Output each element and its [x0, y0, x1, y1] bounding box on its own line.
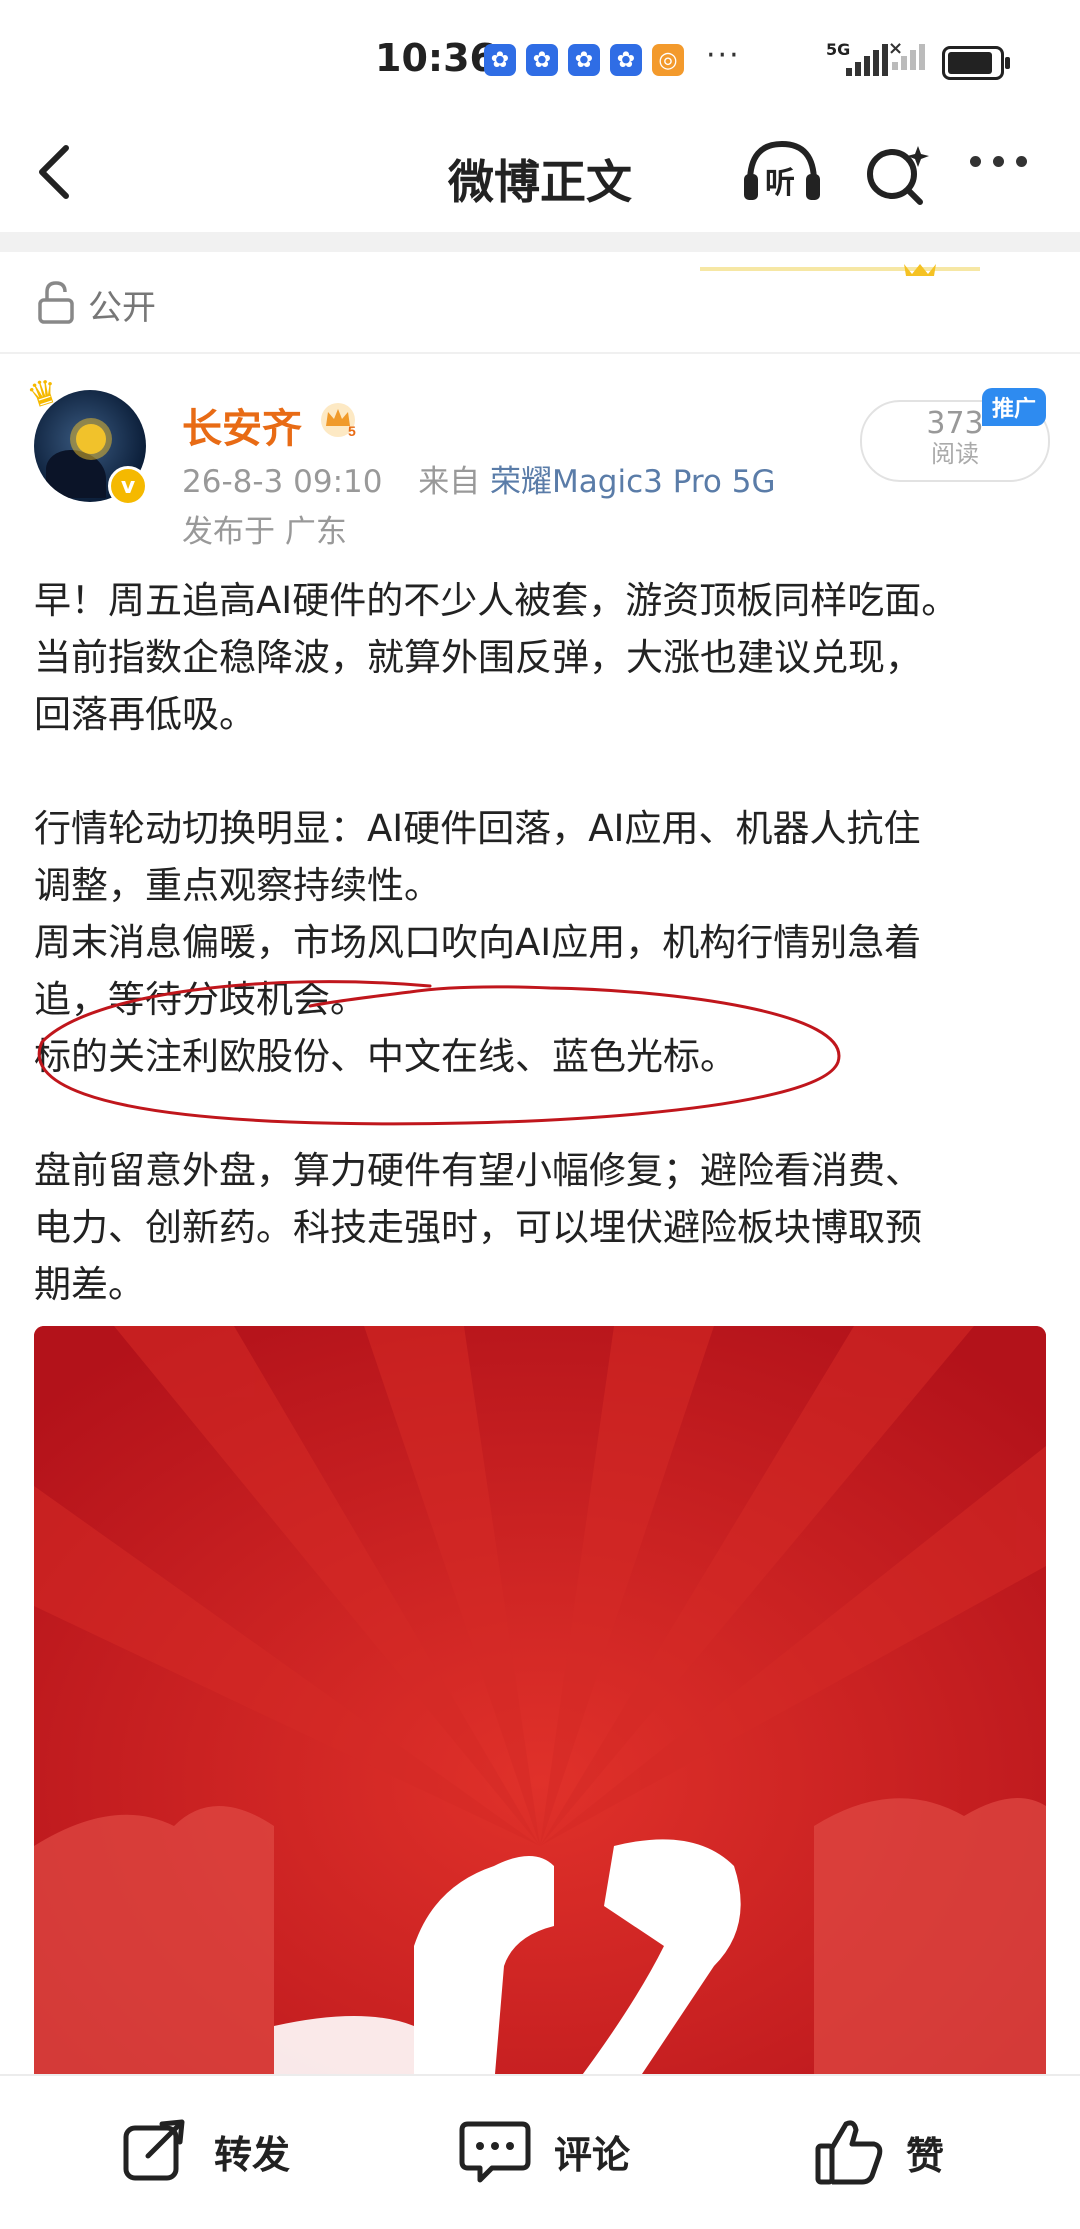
signal-icon: [846, 44, 888, 76]
post-timestamp: 26-8-3 09:10: [182, 464, 383, 500]
like-label: 赞: [906, 2133, 945, 2178]
repost-label: 转发: [214, 2132, 291, 2177]
status-time: 10:36: [375, 36, 496, 80]
post-line: 盘前留意外盘，算力硬件有望小幅修复；避险看消费、: [34, 1149, 922, 1192]
no-signal-icon: ×: [888, 38, 904, 59]
qq-browser-icon: ◎: [652, 44, 684, 76]
more-dot-icon: [993, 156, 1004, 167]
hand-drawn-circle-annotation: [37, 980, 841, 1126]
promo-tag[interactable]: 推广: [982, 388, 1047, 426]
app-notification-icon: ✿: [568, 44, 600, 76]
crown-decoration-icon: [700, 264, 980, 276]
more-notifications-icon: ···: [706, 38, 741, 73]
member-level: 5: [348, 423, 356, 439]
listen-button[interactable]: 听: [742, 138, 822, 208]
comment-label: 评论: [554, 2132, 631, 2177]
thumbs-up-icon: [815, 2120, 883, 2185]
post-body: 早！周五追高AI硬件的不少人被套，游资顶板同样吃面。 当前指数企稳降波，就算外围…: [34, 572, 1054, 1313]
visibility-label: 公开: [88, 288, 156, 328]
divider: [0, 232, 1080, 252]
post-image-art: [34, 1326, 1046, 2086]
battery-icon: [942, 46, 1010, 80]
app-notification-icon: ✿: [610, 44, 642, 76]
post-location: 发布于 广东: [182, 514, 347, 550]
post-line: 电力、创新药。科技走强时，可以埋伏避险板块博取预: [34, 1206, 922, 1249]
verified-badge-icon: v: [108, 466, 148, 506]
listen-label: 听: [765, 166, 795, 201]
post-line: 周末消息偏暖，市场风口吹向AI应用，机构行情别急着: [34, 921, 922, 964]
like-button[interactable]: 赞: [814, 2118, 944, 2186]
app-notification-icon: ✿: [526, 44, 558, 76]
lock-open-icon: [38, 281, 74, 324]
post-line: 当前指数企稳降波，就算外围反弹，大涨也建议兑现，: [34, 636, 922, 679]
post-source-link[interactable]: 荣耀Magic3 Pro 5G: [490, 464, 775, 500]
member-crown-icon: 5: [321, 403, 356, 439]
repost-icon: [123, 2119, 185, 2181]
post-line: [34, 743, 1054, 800]
more-dot-icon: [1016, 156, 1027, 167]
search-icon: [867, 146, 929, 205]
comment-button[interactable]: 评论: [458, 2118, 630, 2184]
comment-icon: [459, 2121, 531, 2183]
post-line: 早！周五追高AI硬件的不少人被套，游资顶板同样吃面。: [34, 579, 959, 622]
post-image[interactable]: [34, 1326, 1046, 2086]
post-meta: 26-8-3 09:10 来自 荣耀Magic3 Pro 5G: [182, 456, 775, 501]
search-button[interactable]: [862, 142, 932, 212]
more-dot-icon: [970, 156, 981, 167]
repost-button[interactable]: 转发: [122, 2118, 290, 2184]
from-label: 来自: [418, 464, 481, 500]
post-line: 回落再低吸。: [34, 693, 256, 736]
avatar[interactable]: v: [34, 390, 148, 506]
more-button[interactable]: [970, 156, 1027, 167]
post-line: 调整，重点观察持续性。: [34, 864, 441, 907]
status-bar: 10:36 ✿ ✿ ✿ ✿ ◎ ··· 5G ×: [0, 0, 1080, 124]
read-label: 阅读: [931, 440, 979, 468]
post-line: 期差。: [34, 1263, 145, 1306]
notification-icons: ✿ ✿ ✿ ✿ ◎: [484, 44, 684, 76]
app-notification-icon: ✿: [484, 44, 516, 76]
author-name[interactable]: 长安齐: [182, 396, 302, 454]
post-line: 行情轮动切换明显：AI硬件回落，AI应用、机器人抗住: [34, 807, 921, 850]
